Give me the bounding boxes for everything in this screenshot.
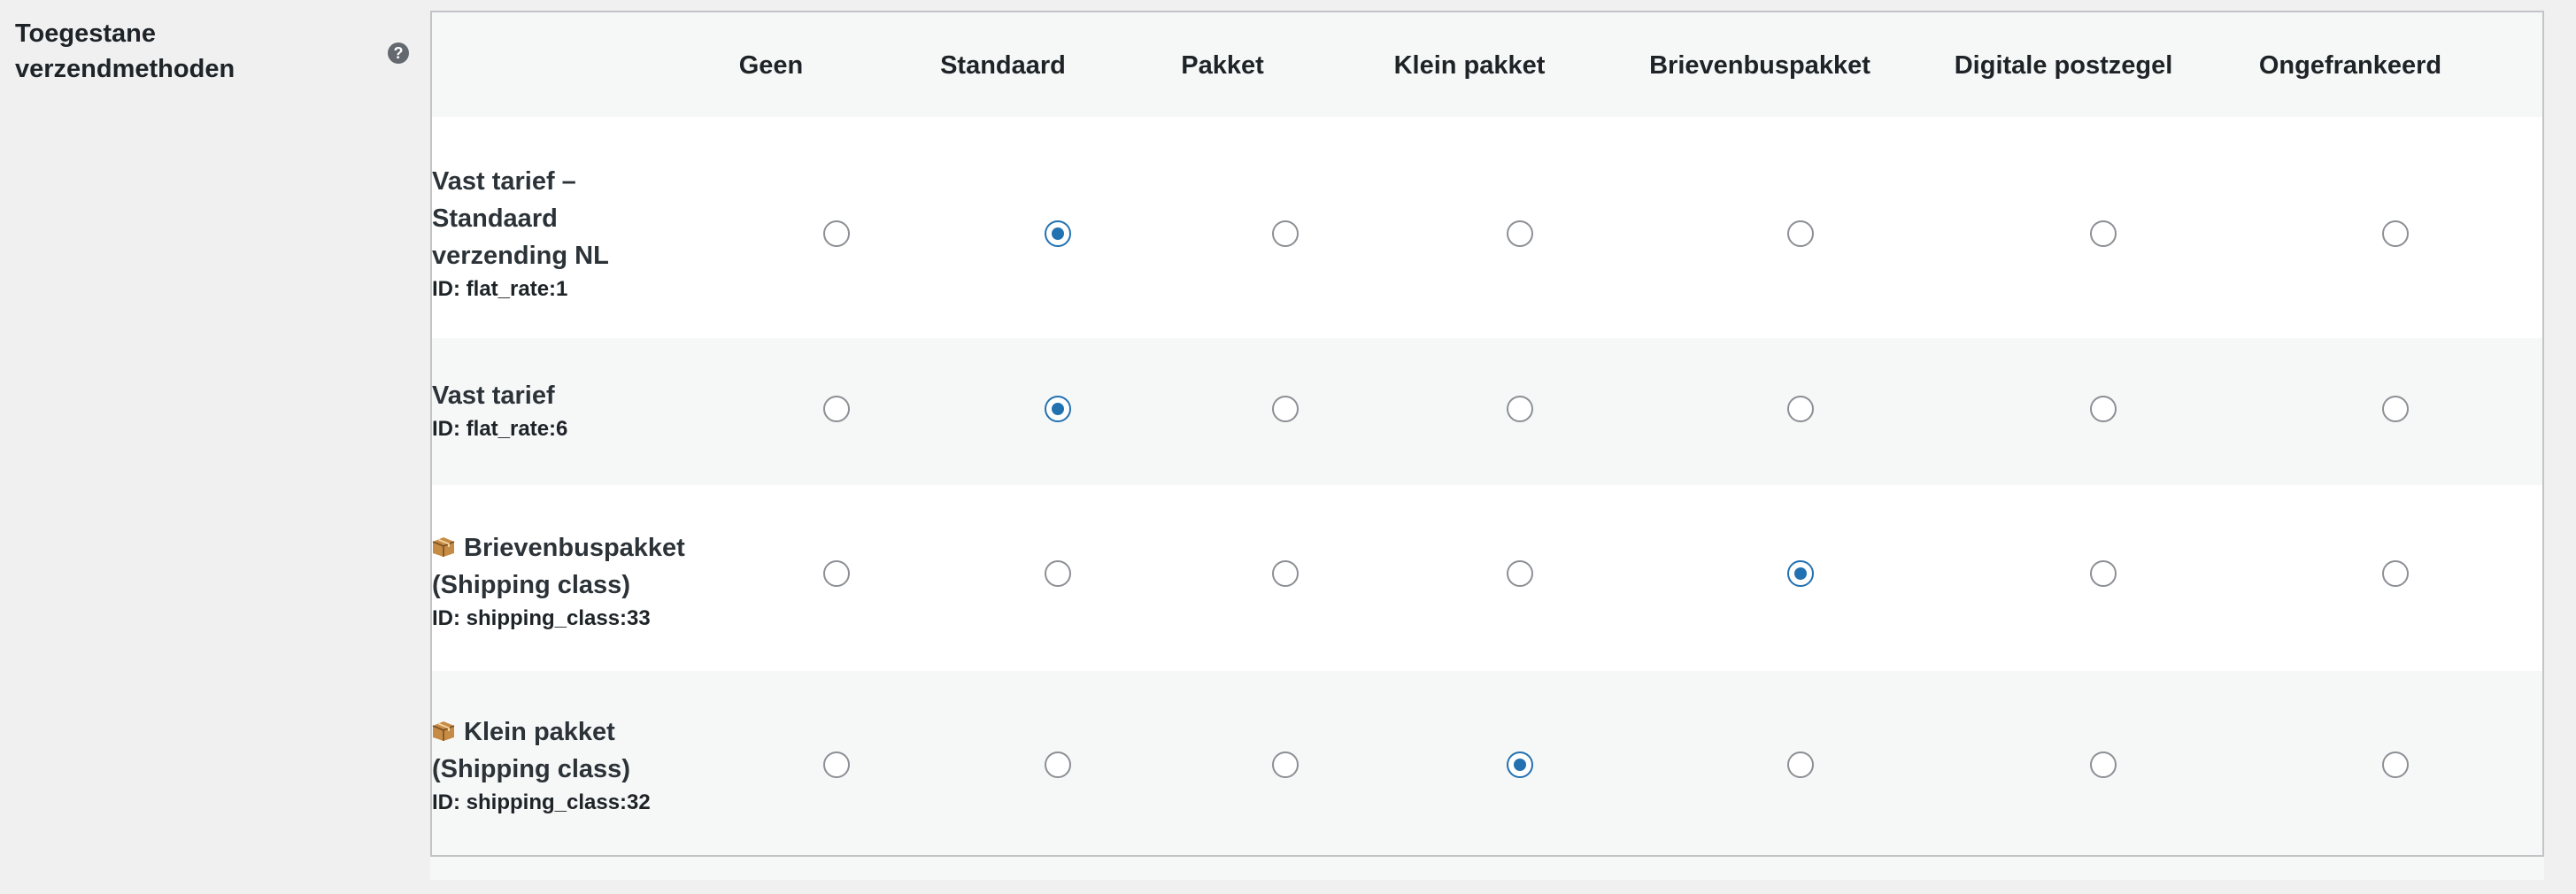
table-row: Brievenbuspakket (Shipping class) ID: shi… xyxy=(432,485,2542,671)
package-icon xyxy=(432,531,455,557)
radio-pakket[interactable] xyxy=(1272,560,1299,587)
row-method-id: ID: shipping_class:33 xyxy=(432,606,651,630)
radio-digitale-postzegel[interactable] xyxy=(2090,751,2117,778)
radio-geen[interactable] xyxy=(823,220,850,247)
row-method-name: Vast tarief – Standaard verzending NL xyxy=(432,163,627,274)
package-icon xyxy=(432,715,455,741)
radio-pakket[interactable] xyxy=(1272,751,1299,778)
radio-brievenbuspakket[interactable] xyxy=(1787,396,1814,422)
table-row: Klein pakket (Shipping class) ID: shippin… xyxy=(432,671,2542,855)
table-row: Vast tarief ID: flat_rate:6 xyxy=(432,338,2542,485)
radio-geen[interactable] xyxy=(823,396,850,422)
radio-klein-pakket[interactable] xyxy=(1507,220,1533,247)
row-label: Brievenbuspakket (Shipping class) ID: shi… xyxy=(432,529,698,634)
radio-standaard[interactable] xyxy=(1045,751,1071,778)
row-method-name: Vast tarief xyxy=(432,377,698,414)
column-header-klein-pakket: Klein pakket xyxy=(1393,51,1546,80)
column-header-digitale-postzegel: Digitale postzegel xyxy=(1954,51,2173,80)
row-method-name-text: Brievenbuspakket (Shipping class) xyxy=(432,534,685,599)
row-label: Vast tarief ID: flat_rate:6 xyxy=(432,377,698,444)
column-header-geen: Geen xyxy=(738,51,804,80)
shipping-methods-table: Geen Standaard Pakket Klein pakket Brievenbu… xyxy=(430,11,2544,857)
radio-klein-pakket[interactable] xyxy=(1507,751,1533,778)
radio-standaard[interactable] xyxy=(1045,560,1071,587)
row-method-id: ID: flat_rate:1 xyxy=(432,277,568,301)
column-header-ongefrankeerd: Ongefrankeerd xyxy=(2258,51,2442,80)
row-method-id: ID: shipping_class:32 xyxy=(432,790,651,814)
table-header-row: Geen Standaard Pakket Klein pakket Brievenbu… xyxy=(432,12,2542,117)
row-method-name-text: Vast tarief xyxy=(432,381,555,410)
radio-geen[interactable] xyxy=(823,751,850,778)
table-row: Vast tarief – Standaard verzending NL ID:… xyxy=(432,117,2542,338)
radio-standaard[interactable] xyxy=(1045,220,1071,247)
row-method-name-text: Vast tarief – Standaard verzending NL xyxy=(432,167,609,270)
row-method-name: Klein pakket (Shipping class) xyxy=(432,713,698,788)
radio-klein-pakket[interactable] xyxy=(1507,396,1533,422)
radio-klein-pakket[interactable] xyxy=(1507,560,1533,587)
column-header-pakket: Pakket xyxy=(1181,51,1264,80)
radio-geen[interactable] xyxy=(823,560,850,587)
radio-standaard[interactable] xyxy=(1045,396,1071,422)
radio-digitale-postzegel[interactable] xyxy=(2090,396,2117,422)
column-header-standaard: Standaard xyxy=(940,51,1066,80)
column-header-brievenbuspakket: Brievenbuspakket xyxy=(1649,51,1870,80)
question-circle-icon[interactable]: ? xyxy=(388,42,409,64)
radio-pakket[interactable] xyxy=(1272,396,1299,422)
radio-ongefrankeerd[interactable] xyxy=(2382,560,2409,587)
radio-ongefrankeerd[interactable] xyxy=(2382,751,2409,778)
radio-ongefrankeerd[interactable] xyxy=(2382,396,2409,422)
row-method-name: Brievenbuspakket (Shipping class) xyxy=(432,529,698,604)
radio-pakket[interactable] xyxy=(1272,220,1299,247)
table-footer-strip xyxy=(430,857,2544,880)
radio-digitale-postzegel[interactable] xyxy=(2090,220,2117,247)
row-label: Vast tarief – Standaard verzending NL ID:… xyxy=(432,163,627,304)
row-label: Klein pakket (Shipping class) ID: shippin… xyxy=(432,713,698,818)
field-label: Toegestane verzendmethoden xyxy=(15,19,235,83)
radio-ongefrankeerd[interactable] xyxy=(2382,220,2409,247)
radio-brievenbuspakket[interactable] xyxy=(1787,751,1814,778)
row-method-id: ID: flat_rate:6 xyxy=(432,417,568,441)
radio-brievenbuspakket[interactable] xyxy=(1787,560,1814,587)
radio-digitale-postzegel[interactable] xyxy=(2090,560,2117,587)
row-method-name-text: Klein pakket (Shipping class) xyxy=(432,718,630,783)
radio-brievenbuspakket[interactable] xyxy=(1787,220,1814,247)
